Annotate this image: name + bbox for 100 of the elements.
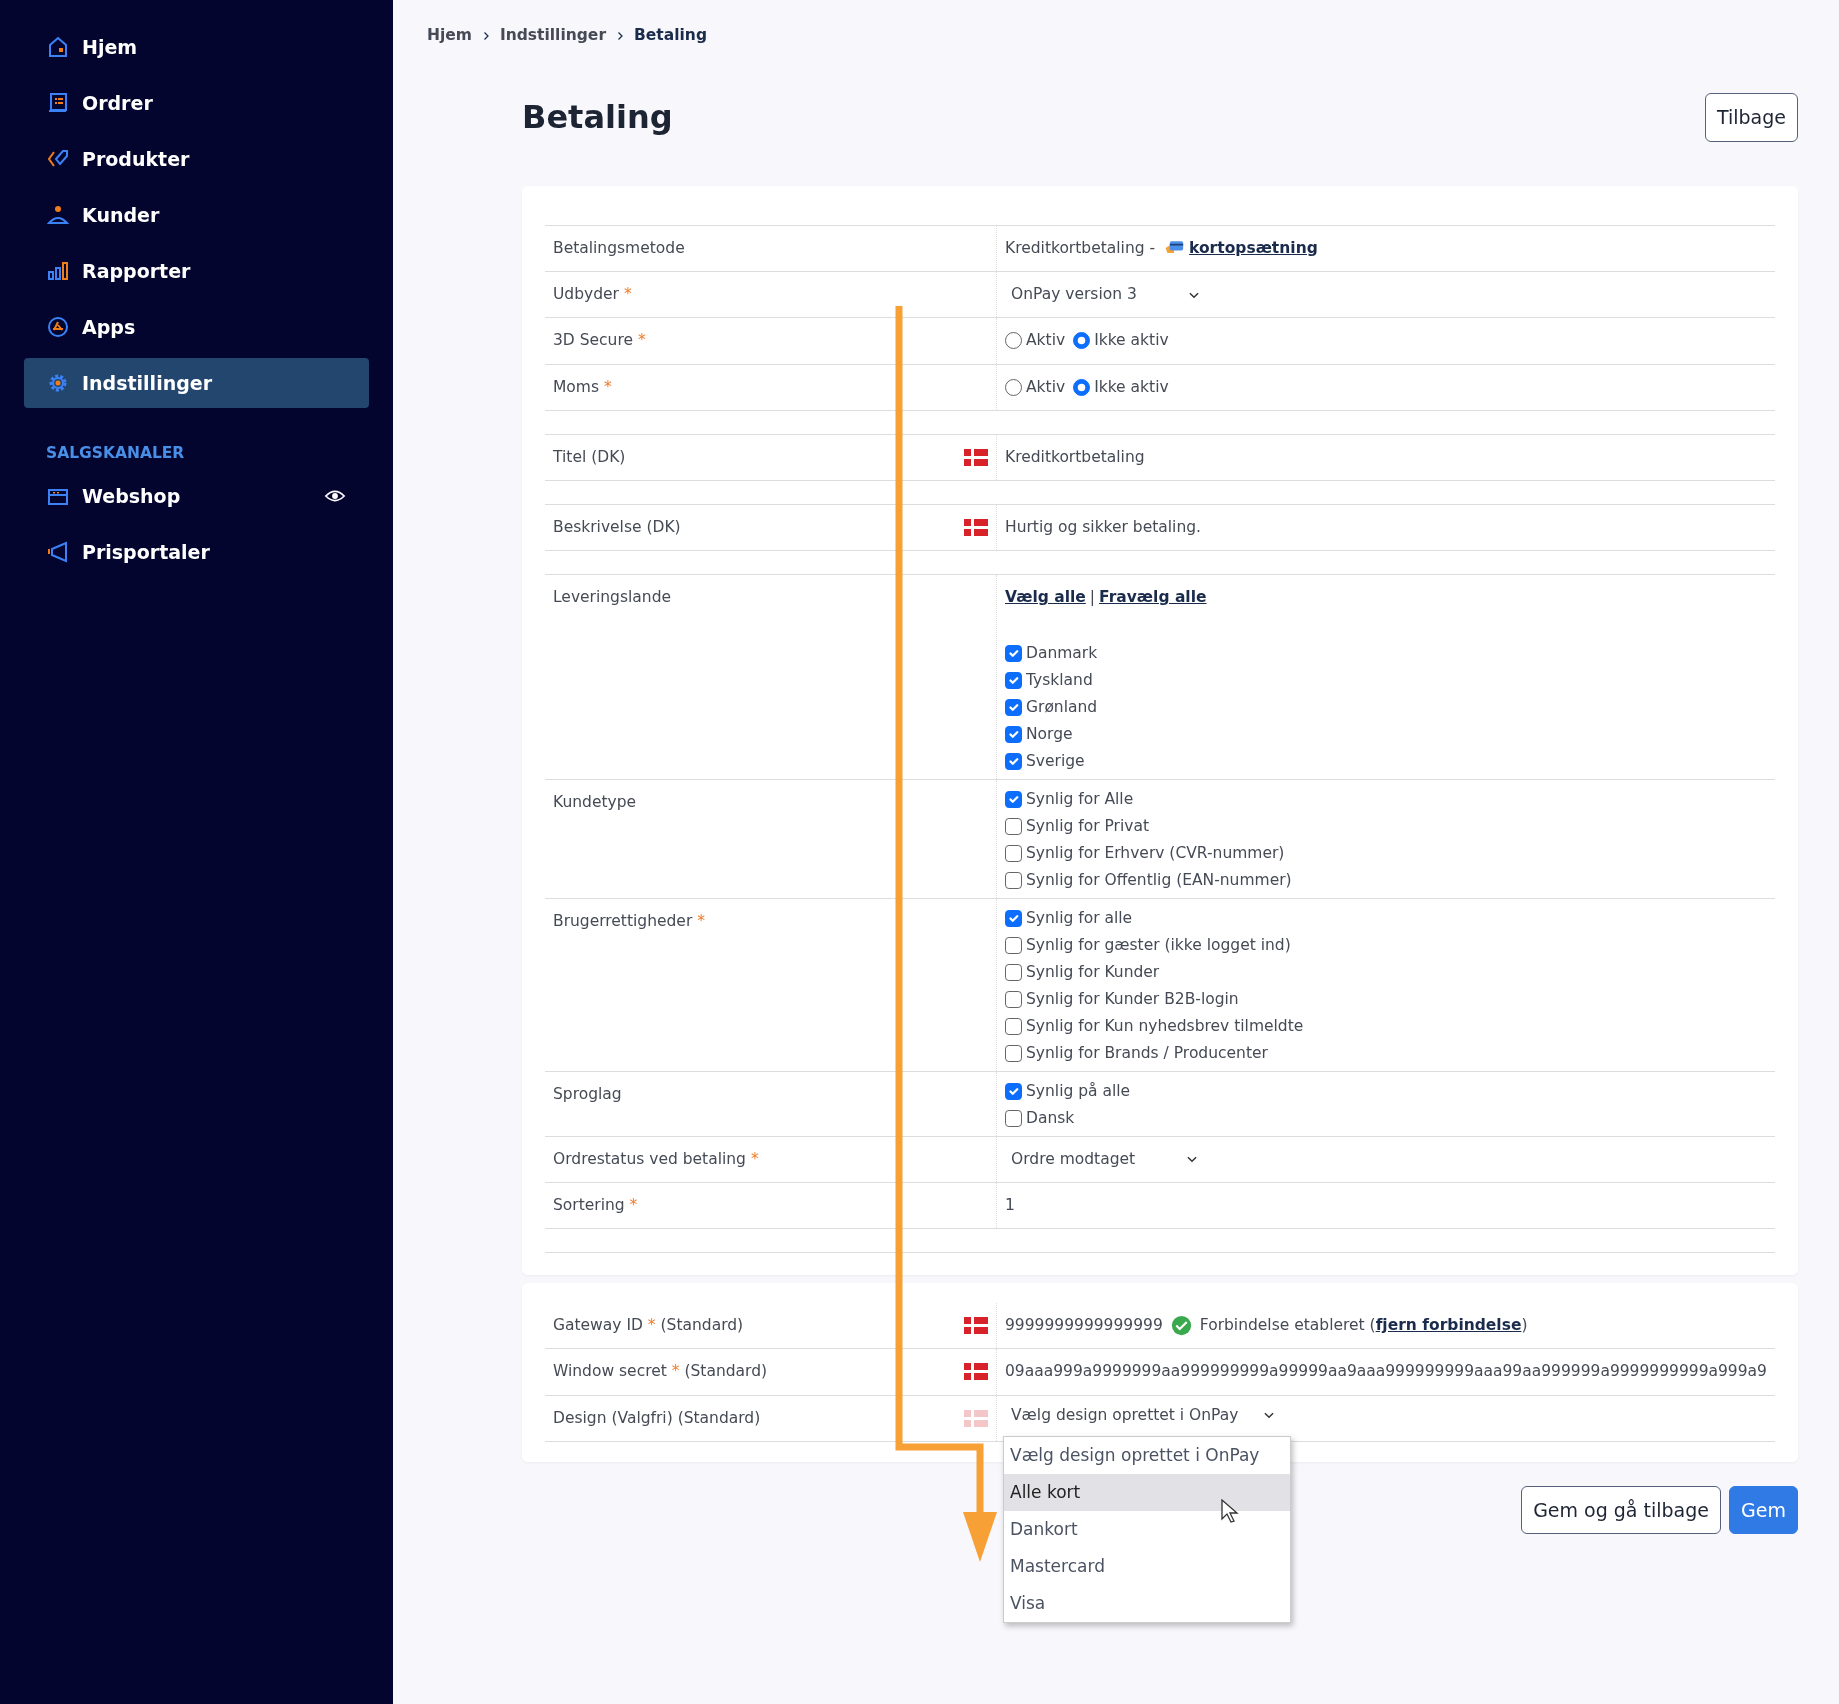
dropdown-option[interactable]: Dankort <box>1004 1510 1290 1548</box>
required-asterisk: * <box>637 331 646 350</box>
checkbox[interactable] <box>1005 644 1022 662</box>
checkbox-label: Sverige <box>1026 750 1085 772</box>
check-circle-icon <box>1170 1315 1192 1337</box>
checkbox[interactable] <box>1005 844 1022 862</box>
radio-label: Aktiv <box>1026 330 1066 352</box>
field-label: 3D Secure * <box>553 330 646 352</box>
field-label: Moms * <box>553 376 612 398</box>
sidebar-item[interactable]: Produkter <box>24 134 369 184</box>
field-label: Betalingsmetode <box>553 237 685 259</box>
checkbox-label: Synlig for Offentlig (EAN-nummer) <box>1026 869 1292 891</box>
select-field[interactable]: OnPay version 3 <box>1005 283 1207 307</box>
page-title: Betaling <box>522 98 673 137</box>
checkbox-label: Synlig for Kun nyhedsbrev tilmeldte <box>1026 1015 1304 1037</box>
field-label: Design (Valgfri) (Standard) <box>553 1407 761 1429</box>
checkbox-label: Synlig for Kunder <box>1026 961 1160 983</box>
checkbox-label: Synlig for Erhverv (CVR-nummer) <box>1026 842 1285 864</box>
checkbox-label: Synlig for gæster (ikke logget ind) <box>1026 934 1291 956</box>
required-asterisk: * <box>697 911 705 930</box>
sidebar-item[interactable]: Indstillinger <box>24 358 369 408</box>
checkbox[interactable] <box>1005 963 1022 981</box>
dropdown-option[interactable]: Mastercard <box>1004 1547 1290 1585</box>
field-value: 09aaa999a9999999aa999999999a99999aa9aaa999999999aaa99aa999999a9999999999a999a9 <box>1005 1361 1767 1383</box>
dropdown-option[interactable]: Vælg design oprettet i OnPay <box>1004 1436 1290 1474</box>
breadcrumb-link[interactable]: Hjem <box>427 24 472 48</box>
checkbox-label: Tyskland <box>1026 669 1093 691</box>
save-and-back-button[interactable]: Gem og gå tilbage <box>1521 1485 1721 1535</box>
house-icon <box>46 35 70 59</box>
checkbox[interactable] <box>1005 936 1022 954</box>
field-value: 1 <box>1005 1194 1016 1216</box>
sidebar-item[interactable]: Apps <box>24 302 369 352</box>
gateway-id: 9999999999999999 <box>1005 1315 1163 1336</box>
checkbox-label: Danmark <box>1026 642 1098 664</box>
checkbox[interactable] <box>1005 817 1022 835</box>
dropdown-option[interactable]: Visa <box>1004 1584 1290 1622</box>
radio-button[interactable] <box>1005 378 1022 396</box>
checkbox[interactable] <box>1005 725 1022 743</box>
field-label: Kundetype <box>553 791 637 813</box>
checkbox[interactable] <box>1005 990 1022 1008</box>
field-label: Brugerrettigheder * <box>553 910 705 932</box>
field-value: Kreditkortbetaling - <box>1005 238 1156 257</box>
radio-label: Ikke aktiv <box>1094 330 1169 352</box>
radio-label: Ikke aktiv <box>1094 376 1169 398</box>
megaphone-icon <box>46 540 70 565</box>
checkbox-label: Synlig for Alle <box>1026 788 1134 810</box>
back-button[interactable]: Tilbage <box>1704 93 1798 142</box>
bar-chart-icon <box>46 259 70 283</box>
checkbox-label: Synlig for Privat <box>1026 815 1149 837</box>
select-link[interactable]: Fravælg alle <box>1099 586 1207 610</box>
link-separator: | <box>1089 587 1096 609</box>
checkbox[interactable] <box>1005 752 1022 770</box>
checkbox-label: Synlig for Kunder B2B-login <box>1026 988 1239 1010</box>
remove-connection-link[interactable]: fjern forbindelse <box>1375 1316 1522 1334</box>
checkbox[interactable] <box>1005 871 1022 889</box>
checkbox[interactable] <box>1005 1109 1022 1127</box>
checkbox-label: Synlig for Brands / Producenter <box>1026 1042 1268 1064</box>
checkbox[interactable] <box>1005 790 1022 808</box>
required-asterisk: * <box>629 1195 638 1214</box>
sidebar-item[interactable]: Kunder <box>24 190 369 240</box>
field-label: Sortering * <box>553 1194 638 1216</box>
field-label: Window secret * (Standard) <box>553 1361 768 1383</box>
field-label: Sproglag <box>553 1083 622 1105</box>
field-label: Beskrivelse (DK) <box>553 517 681 538</box>
checkbox[interactable] <box>1005 1044 1022 1062</box>
checkbox[interactable] <box>1005 671 1022 689</box>
checkbox[interactable] <box>1005 1017 1022 1035</box>
select-field[interactable]: Ordre modtaget <box>1005 1147 1206 1171</box>
checkbox-label: Synlig på alle <box>1026 1080 1131 1102</box>
field-label: Leveringslande <box>553 587 672 609</box>
checkbox[interactable] <box>1005 909 1022 927</box>
sidebar-item[interactable]: Ordrer <box>24 78 369 128</box>
apps-icon <box>46 315 70 339</box>
save-button[interactable]: Gem <box>1729 1485 1798 1535</box>
person-icon <box>46 203 70 227</box>
required-asterisk: * <box>603 377 612 396</box>
field-label: Udbyder * <box>553 284 632 305</box>
required-asterisk: * <box>647 1316 656 1334</box>
checkbox[interactable] <box>1005 1082 1022 1100</box>
field-value: Hurtig og sikker betaling. <box>1005 517 1203 538</box>
radio-button[interactable] <box>1073 332 1091 350</box>
dropdown-option[interactable]: Alle kort <box>1004 1473 1290 1511</box>
sidebar-item[interactable]: Rapporter <box>24 246 369 296</box>
design-select[interactable]: Vælg design oprettet i OnPay <box>1005 1403 1283 1427</box>
breadcrumb-link[interactable]: Indstillinger <box>499 24 607 48</box>
field-label: Ordrestatus ved betaling * <box>553 1148 759 1170</box>
required-asterisk: * <box>623 285 632 303</box>
breadcrumb-current: Betaling <box>634 25 707 46</box>
select-link[interactable]: Vælg alle <box>1005 586 1086 610</box>
sidebar-item[interactable]: Webshop <box>24 471 369 522</box>
field-label: Gateway ID * (Standard) <box>553 1315 744 1336</box>
sidebar-item[interactable]: Hjem <box>24 22 369 72</box>
radio-button[interactable] <box>1073 378 1091 396</box>
required-asterisk: * <box>671 1362 680 1381</box>
radio-button[interactable] <box>1005 332 1022 350</box>
sidebar-item[interactable]: Prisportaler <box>24 527 369 578</box>
checkbox-label: Dansk <box>1026 1107 1075 1129</box>
checkbox-label: Synlig for alle <box>1026 907 1133 929</box>
checkbox[interactable] <box>1005 698 1022 716</box>
card-setup-link[interactable]: kortopsætning <box>1189 238 1318 257</box>
